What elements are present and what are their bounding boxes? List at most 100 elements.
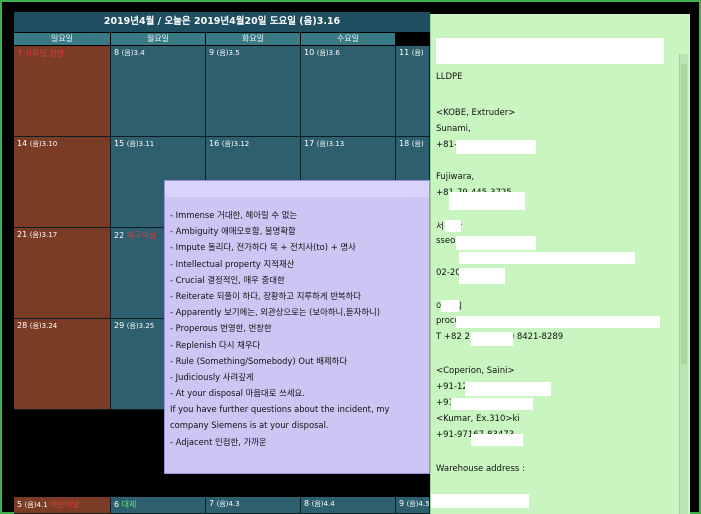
vocab-line: - Judiciously 사려깊게	[170, 371, 254, 382]
calendar-day-cell[interactable]: 7 (음)4.3	[206, 497, 301, 514]
day-number: 7	[17, 49, 25, 58]
vocab-line: - Immense 거대한, 헤아릴 수 없는	[170, 210, 298, 220]
memo-titlebar[interactable]	[165, 181, 429, 197]
redacted-block	[445, 220, 461, 232]
calendar-day-cell[interactable]: 8 (음)3.4	[111, 46, 206, 137]
calendar-day-cell[interactable]: 9 (음)3.5	[206, 46, 301, 137]
vocab-line: - Ambiguity 애매모호함, 불명확함	[170, 226, 296, 237]
vocab-line: company Siemens is at your disposal.	[170, 420, 329, 431]
day-number: 9	[399, 499, 407, 508]
day-number: 22	[114, 231, 127, 240]
redacted-block	[436, 38, 664, 64]
redacted-block	[456, 140, 536, 154]
lunar-date: (음)	[411, 140, 424, 148]
memo-line: +81-	[436, 140, 458, 150]
redacted-block	[431, 494, 529, 508]
redacted-block	[456, 316, 660, 328]
day-number: 8	[304, 499, 312, 508]
vocab-line: - Reiterate 되풀이 하다, 장황하고 지루하게 반복하다	[170, 290, 362, 301]
redacted-block	[459, 252, 635, 264]
lunar-date: (음)4.5	[406, 500, 430, 508]
lunar-date: (음)3.6	[316, 49, 340, 57]
day-number: 11	[399, 48, 412, 57]
redacted-block	[449, 192, 525, 210]
memo-line: <KOBE, Extruder>	[436, 108, 516, 118]
redacted-block	[456, 236, 536, 250]
memo-line: Warehouse address :	[436, 464, 525, 474]
vocab-line: - Rule (Something/Somebody) Out 배제하다	[170, 355, 348, 366]
memo-line: LLDPE	[436, 72, 463, 82]
memo-line: Fujiwara,	[436, 172, 475, 182]
weekday-header: 월요일	[111, 33, 206, 45]
calendar-day-cell[interactable]: 8 (음)4.4	[301, 497, 396, 514]
day-number: 10	[304, 48, 317, 57]
lunar-date: (음)3.10	[29, 140, 58, 148]
memo-line: sseo	[436, 236, 456, 246]
memo-panel-contacts[interactable]: LLDPE <KOBE, Extruder> Sunami, +81- Fujiwara…	[430, 14, 690, 514]
lunar-date: (음)3.17	[29, 231, 58, 239]
calendar-day-cell[interactable]: 7 식목일 청명	[14, 46, 111, 137]
calendar-header: 2019년4월 / 오늘은 2019년4월20일 도요일 (음)3.16	[14, 12, 430, 32]
calendar-day-cell[interactable]: 5 (음)4.1 어린이날	[14, 497, 111, 514]
calendar-day-cell[interactable]: 28 (음)3.24	[14, 319, 111, 410]
day-number: 8	[114, 48, 122, 57]
redacted-block	[465, 382, 551, 396]
memo-line: 02-20	[436, 268, 461, 278]
lunar-date: (음)3.11	[126, 140, 155, 148]
vocab-line: - Replenish 다시 채우다	[170, 339, 261, 350]
lunar-date: (음)4.1	[24, 501, 50, 509]
vocab-line: - Crucial 결정적인, 매우 중대한	[170, 274, 285, 285]
lunar-date: (음)3.25	[126, 322, 155, 330]
lunar-date: (음)3.5	[216, 49, 240, 57]
day-number: 14	[17, 139, 30, 148]
calendar-day-cell[interactable]: 14 (음)3.10	[14, 137, 111, 228]
holiday-label: 식목일 청명	[24, 49, 64, 58]
redacted-block	[451, 398, 533, 410]
memo-line: +91-12	[436, 382, 468, 392]
day-number: 16	[209, 139, 222, 148]
lunar-date: (음)3.13	[316, 140, 345, 148]
redacted-block	[459, 268, 505, 284]
calendar-day-cell[interactable]: 21 (음)3.17	[14, 228, 111, 319]
lunar-date: (음)3.24	[29, 322, 58, 330]
lunar-date: (음)4.4	[311, 500, 335, 508]
memo-line: Sunami,	[436, 124, 471, 134]
day-number: 7	[209, 499, 217, 508]
lunar-date: (음)3.4	[121, 49, 145, 57]
weekday-header: 일요일	[14, 33, 111, 45]
lunar-date: (음)	[411, 49, 424, 57]
day-number: 21	[17, 230, 30, 239]
memo-line: <Kumar, Ex.310>ki	[436, 414, 520, 424]
day-number: 28	[17, 321, 30, 330]
day-number: 6	[114, 500, 122, 509]
holiday-label: 대체	[121, 500, 137, 509]
memo-line: <Coperion, Saini>	[436, 366, 515, 376]
vocab-line: - At your disposal 마음대로 쓰세요.	[170, 388, 305, 399]
weekday-header: 화요일	[206, 33, 301, 45]
memo-panel-vocabulary[interactable]: - Immense 거대한, 헤아릴 수 없는 - Ambiguity 애매모호함…	[164, 180, 430, 474]
calendar-day-cell[interactable]: 6 대체	[111, 497, 206, 514]
vocab-line: If you have further questions about the …	[170, 404, 390, 415]
vocab-line: - Impute 돌리다, 전가하다 목 + 전치사(to) + 명사	[170, 242, 356, 253]
scrollbar-thumb[interactable]	[681, 64, 687, 364]
vocab-line: - Adjacent 인접한, 가까운	[170, 436, 267, 447]
calendar-day-cell[interactable]: 10 (음)3.6	[301, 46, 396, 137]
weekday-header: 수요일	[301, 33, 396, 45]
day-number: 15	[114, 139, 127, 148]
day-number: 5	[17, 500, 25, 509]
memo-scrollbar[interactable]	[679, 54, 688, 514]
calendar-day-cell[interactable]: 9 (음)4.5	[396, 497, 430, 514]
day-number: 17	[304, 139, 317, 148]
vocab-line: - Intellectual property 지적재산	[170, 258, 295, 269]
vocab-line: - Apparently 보기에는, 외관상으로는 (보아하니,듣자하니)	[170, 307, 380, 318]
redacted-block	[471, 434, 523, 446]
holiday-label: 지구의날	[126, 231, 157, 240]
holiday-label: 어린이날	[49, 500, 80, 509]
day-number: 29	[114, 321, 127, 330]
redacted-block	[441, 300, 459, 312]
vocab-line: - Properous 번영한, 번창한	[170, 323, 272, 334]
day-number: 18	[399, 139, 412, 148]
calendar-day-cell[interactable]: 11 (음)	[396, 46, 430, 137]
lunar-date: (음)4.3	[216, 500, 240, 508]
day-number: 9	[209, 48, 217, 57]
